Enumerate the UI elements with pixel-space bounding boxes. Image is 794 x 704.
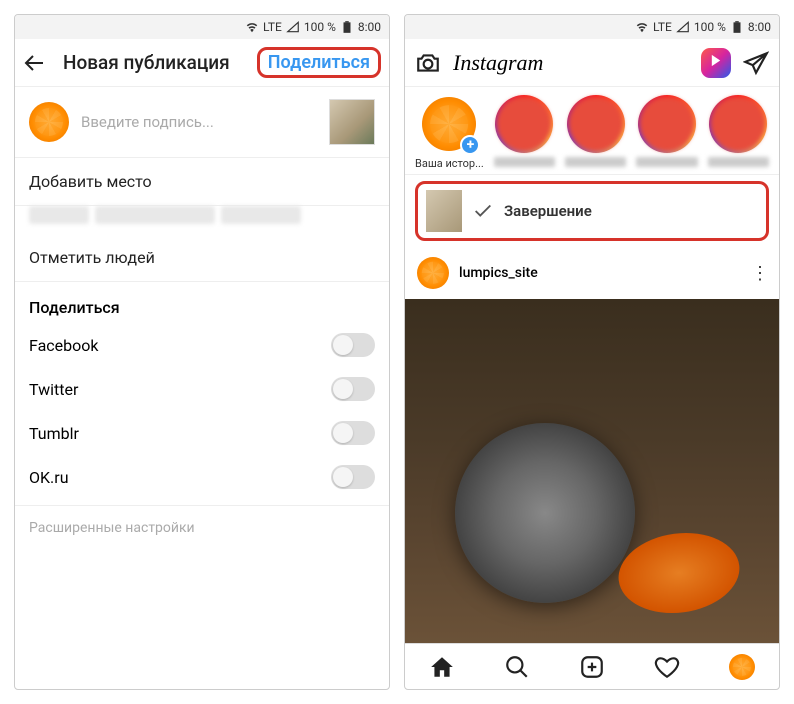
clock-label: 8:00 (748, 20, 771, 34)
battery-label: 100 % (694, 20, 726, 34)
statusbar: LTE 100 % 8:00 (405, 15, 779, 39)
camera-icon[interactable] (415, 50, 441, 76)
share-button[interactable]: Поделиться (257, 47, 381, 78)
toggle-okru[interactable] (331, 465, 375, 489)
activity-icon[interactable] (654, 654, 680, 680)
phone-feed: LTE 100 % 8:00 Instagram + Ваша истор...… (404, 14, 780, 690)
phone-new-post: LTE 100 % 8:00 Новая публикация Поделить… (14, 14, 390, 690)
more-icon[interactable]: ⋮ (751, 263, 767, 284)
network-label: Twitter (29, 380, 78, 399)
search-icon[interactable] (504, 654, 530, 680)
share-okru-row: OK.ru (15, 455, 389, 499)
location-chip[interactable] (29, 206, 89, 224)
battery-label: 100 % (304, 20, 336, 34)
topbar: Новая публикация Поделиться (15, 39, 389, 87)
share-tumblr-row: Tumblr (15, 411, 389, 455)
add-post-icon[interactable] (579, 654, 605, 680)
signal-icon (286, 20, 300, 34)
upload-thumbnail (426, 190, 462, 232)
profile-tab-avatar[interactable] (729, 654, 755, 680)
statusbar: LTE 100 % 8:00 (15, 15, 389, 39)
toggle-facebook[interactable] (331, 333, 375, 357)
instagram-logo: Instagram (453, 50, 543, 76)
upload-completion-toast[interactable]: Завершение (415, 181, 769, 241)
check-icon (472, 200, 494, 222)
post-thumbnail[interactable] (329, 99, 375, 145)
advanced-settings[interactable]: Расширенные настройки (15, 505, 389, 550)
post-image[interactable] (405, 299, 779, 643)
share-facebook-row: Facebook (15, 323, 389, 367)
location-chip[interactable] (95, 206, 215, 224)
back-icon[interactable] (23, 51, 47, 75)
your-story[interactable]: + Ваша истор... (415, 95, 484, 170)
igtv-icon[interactable] (701, 48, 731, 78)
wifi-icon (245, 20, 259, 34)
post-author-avatar[interactable] (417, 257, 449, 289)
story-item[interactable] (636, 95, 697, 170)
story-label (708, 157, 769, 167)
post-header: lumpics_site ⋮ (405, 247, 779, 299)
network-label: OK.ru (29, 468, 69, 487)
toggle-tumblr[interactable] (331, 421, 375, 445)
post-username[interactable]: lumpics_site (459, 265, 741, 281)
battery-icon (340, 20, 354, 34)
ig-header: Instagram (405, 39, 779, 87)
story-item[interactable] (708, 95, 769, 170)
story-label (636, 157, 697, 167)
disc-object (612, 533, 746, 613)
lte-label: LTE (653, 20, 672, 34)
share-section-title: Поделиться (15, 282, 389, 323)
story-label (494, 157, 555, 167)
add-location-row[interactable]: Добавить место (15, 158, 389, 206)
clock-label: 8:00 (358, 20, 381, 34)
home-icon[interactable] (429, 654, 455, 680)
location-suggestions (15, 206, 389, 234)
caption-row: Введите подпись... (15, 87, 389, 158)
network-label: Tumblr (29, 424, 79, 443)
network-label: Facebook (29, 336, 98, 355)
tag-people-row[interactable]: Отметить людей (15, 234, 389, 282)
share-twitter-row: Twitter (15, 367, 389, 411)
stories-tray[interactable]: + Ваша истор... (405, 87, 779, 175)
plus-icon: + (460, 135, 480, 155)
wifi-icon (635, 20, 649, 34)
story-item[interactable] (565, 95, 626, 170)
toggle-twitter[interactable] (331, 377, 375, 401)
caption-input[interactable]: Введите подпись... (81, 113, 317, 131)
user-avatar[interactable] (29, 102, 69, 142)
story-item[interactable] (494, 95, 555, 170)
direct-icon[interactable] (743, 50, 769, 76)
speaker-object (455, 423, 635, 603)
location-chip[interactable] (221, 206, 301, 224)
completion-text: Завершение (504, 202, 592, 220)
signal-icon (676, 20, 690, 34)
lte-label: LTE (263, 20, 282, 34)
battery-icon (730, 20, 744, 34)
your-story-label: Ваша истор... (415, 157, 484, 170)
bottom-nav (405, 643, 779, 689)
page-title: Новая публикация (63, 51, 257, 74)
story-label (565, 157, 626, 167)
